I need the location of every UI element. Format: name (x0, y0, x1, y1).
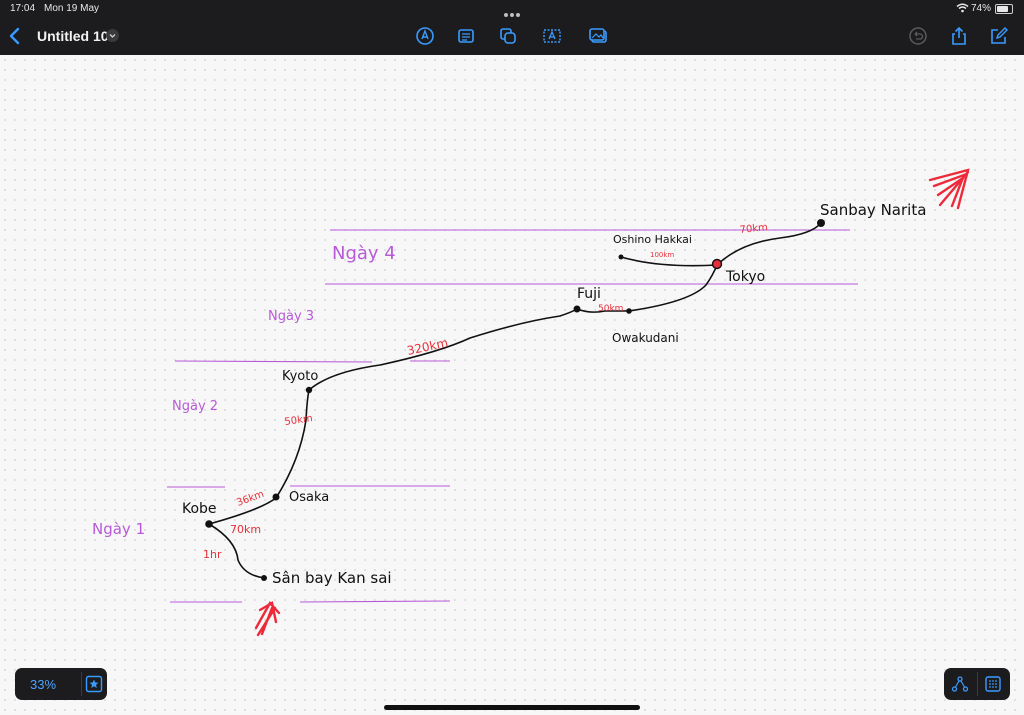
favorite-icon[interactable] (85, 675, 103, 693)
back-icon[interactable] (6, 26, 24, 46)
day-1-label: Ngày 1 (92, 520, 145, 538)
divider (81, 672, 82, 696)
grid-icon[interactable] (984, 675, 1002, 693)
pen-tool-icon[interactable] (415, 26, 435, 46)
distance-fuji-owakudani: 50km (598, 304, 623, 314)
zoom-level[interactable]: 33% (30, 677, 56, 692)
place-narita-airport: Sanbay Narita (820, 201, 926, 219)
distance-labels: 36km 70km 1hr 50km 320km 50km 100km 70km (203, 222, 768, 561)
handwritten-itinerary-map: Ngày 4 Ngày 3 Ngày 2 Ngày 1 Kobe Osaka S… (92, 168, 970, 637)
node-oshino (618, 254, 624, 260)
node-kobe (205, 520, 213, 528)
node-tokyo (711, 258, 723, 270)
day-2-label: Ngày 2 (172, 399, 218, 414)
distance-kyoto-fuji: 320km (406, 336, 450, 358)
time-kobe-kansai: 1hr (203, 548, 222, 561)
day-3-label: Ngày 3 (268, 309, 314, 324)
route-tokyo-narita (716, 222, 822, 266)
distance-kobe-kansai: 70km (230, 523, 261, 536)
freeform-board[interactable]: Ngày 4 Ngày 3 Ngày 2 Ngày 1 Kobe Osaka S… (0, 55, 1024, 715)
text-box-icon[interactable] (542, 26, 562, 46)
place-tokyo: Tokyo (725, 269, 765, 285)
multitasking-dots-icon[interactable] (503, 4, 521, 22)
node-owakudani (626, 308, 632, 314)
media-icon[interactable] (588, 26, 608, 46)
node-osaka (272, 493, 280, 501)
undo-icon[interactable] (908, 26, 928, 46)
node-kansai (261, 575, 267, 581)
place-kyoto: Kyoto (282, 369, 318, 384)
day-divider (299, 600, 451, 603)
status-date: Mon 19 May (44, 3, 100, 14)
edit-icon[interactable] (989, 26, 1009, 46)
place-oshino-hakkai: Oshino Hakkai (613, 233, 692, 246)
arrow-end-icon (928, 168, 970, 210)
route-owakudani-tokyo (628, 264, 718, 312)
distance-osaka-kyoto: 50km (284, 413, 314, 428)
battery-percent: 74% (971, 3, 992, 14)
day-4-label: Ngày 4 (332, 243, 396, 264)
distance-tokyo-narita: 70km (739, 222, 768, 236)
text-block-icon[interactable] (456, 26, 476, 46)
node-fuji (573, 305, 581, 313)
battery-icon (995, 4, 1013, 14)
chevron-down-icon[interactable] (106, 29, 119, 42)
canvas-tools-panel (944, 668, 1010, 700)
share-icon[interactable] (949, 26, 969, 46)
arrow-start-icon (254, 600, 281, 637)
zoom-control[interactable]: 33% (15, 668, 107, 700)
place-osaka: Osaka (289, 490, 329, 505)
shapes-icon[interactable] (498, 26, 518, 46)
place-labels: Kobe Osaka Sân bay Kan sai Kyoto Fuji Ow… (182, 201, 926, 587)
node-kyoto (305, 386, 313, 394)
node-narita (817, 219, 825, 227)
day-divider (174, 360, 373, 363)
place-owakudani: Owakudani (612, 331, 679, 345)
route-osaka-kyoto (275, 389, 310, 499)
connectors-icon[interactable] (951, 675, 969, 693)
document-title[interactable]: Untitled 10 (37, 28, 109, 44)
place-kansai-airport: Sân bay Kan sai (272, 569, 392, 587)
home-indicator[interactable] (384, 705, 640, 710)
day-divider-lines (167, 229, 858, 603)
status-time: 17:04 (10, 3, 36, 14)
distance-oshino-tokyo: 100km (650, 251, 674, 259)
divider (977, 672, 978, 696)
day-labels: Ngày 4 Ngày 3 Ngày 2 Ngày 1 (92, 243, 396, 538)
place-fuji: Fuji (577, 286, 601, 302)
wifi-icon (956, 3, 969, 13)
place-kobe: Kobe (182, 501, 217, 517)
top-bar: 17:04 Mon 19 May 74% Untitled 10 (0, 0, 1024, 55)
